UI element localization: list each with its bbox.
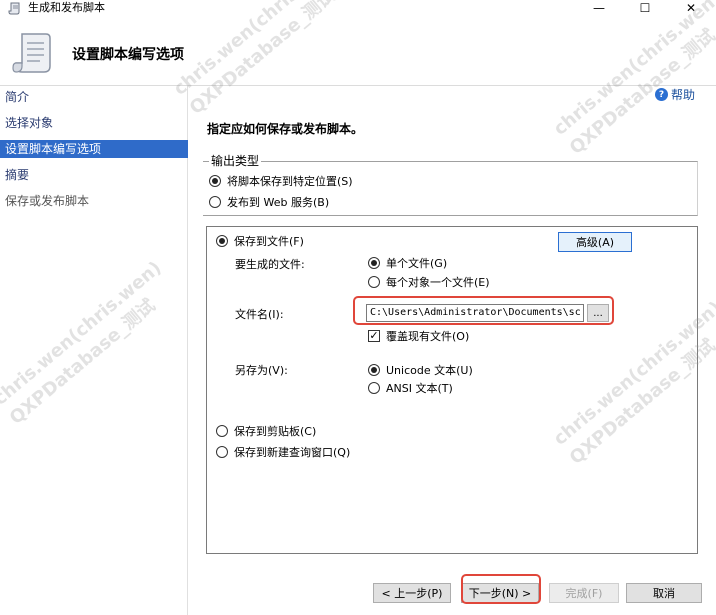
save-to-new-query-label: 保存到新建查询窗口(Q)	[234, 446, 351, 459]
ansi-text-label: ANSI 文本(T)	[386, 382, 453, 395]
save-as-label: 另存为(V):	[235, 364, 288, 377]
help-label: 帮助	[671, 88, 696, 102]
save-to-location-option[interactable]: 将脚本保存到特定位置(S)	[209, 173, 353, 189]
ansi-text-radio[interactable]	[368, 382, 380, 394]
single-file-radio[interactable]	[368, 257, 380, 269]
overwrite-label: 覆盖现有文件(O)	[386, 330, 470, 343]
file-name-highlight	[353, 296, 614, 325]
unicode-text-label: Unicode 文本(U)	[386, 364, 473, 377]
wizard-header: 设置脚本编写选项	[0, 16, 716, 86]
overwrite-option[interactable]: ✓ 覆盖现有文件(O)	[368, 328, 469, 344]
ansi-text-option[interactable]: ANSI 文本(T)	[368, 380, 453, 396]
one-file-per-object-option[interactable]: 每个对象一个文件(E)	[368, 274, 490, 290]
help-link[interactable]: ? 帮助	[655, 86, 695, 103]
finish-button[interactable]: 完成(F)	[549, 583, 619, 603]
sidebar-item-save-publish[interactable]: 保存或发布脚本	[0, 192, 188, 210]
save-to-file-label: 保存到文件(F)	[234, 235, 304, 248]
save-to-location-label: 将脚本保存到特定位置(S)	[227, 175, 353, 188]
script-scroll-icon	[12, 33, 51, 73]
publish-web-radio[interactable]	[209, 196, 221, 208]
unicode-text-option[interactable]: Unicode 文本(U)	[368, 362, 473, 378]
save-to-new-query-radio[interactable]	[216, 446, 228, 458]
sidebar-item-summary[interactable]: 摘要	[0, 166, 188, 184]
title-bar: 生成和发布脚本 — ☐ ✕	[0, 0, 716, 16]
help-icon: ?	[655, 88, 668, 101]
advanced-button[interactable]: 高级(A)	[558, 232, 632, 252]
window-title: 生成和发布脚本	[28, 1, 105, 14]
overwrite-checkbox[interactable]: ✓	[368, 330, 380, 342]
publish-web-option[interactable]: 发布到 Web 服务(B)	[209, 194, 329, 210]
back-button[interactable]: < 上一步(P)	[373, 583, 451, 603]
files-to-generate-label: 要生成的文件:	[235, 258, 305, 271]
next-button-highlight	[461, 574, 541, 604]
close-button[interactable]: ✕	[668, 0, 714, 16]
scroll-icon	[8, 2, 20, 15]
one-file-per-object-radio[interactable]	[368, 276, 380, 288]
wizard-sidebar: 简介 选择对象 设置脚本编写选项 摘要 保存或发布脚本	[0, 86, 188, 615]
publish-web-label: 发布到 Web 服务(B)	[227, 196, 330, 209]
output-type-legend: 输出类型	[209, 152, 262, 169]
unicode-text-radio[interactable]	[368, 364, 380, 376]
cancel-button[interactable]: 取消	[626, 583, 702, 603]
save-to-location-radio[interactable]	[209, 175, 221, 187]
sidebar-item-scripting-options[interactable]: 设置脚本编写选项	[0, 140, 188, 158]
maximize-button[interactable]: ☐	[622, 0, 668, 16]
save-to-clipboard-label: 保存到剪贴板(C)	[234, 425, 317, 438]
page-title: 设置脚本编写选项	[72, 47, 184, 63]
sidebar-item-select-objects[interactable]: 选择对象	[0, 114, 188, 132]
save-to-new-query-option[interactable]: 保存到新建查询窗口(Q)	[216, 444, 350, 460]
sidebar-item-intro[interactable]: 简介	[0, 88, 188, 106]
save-to-file-radio[interactable]	[216, 235, 228, 247]
file-name-label: 文件名(I):	[235, 308, 284, 321]
save-to-clipboard-option[interactable]: 保存到剪贴板(C)	[216, 423, 316, 439]
one-file-per-object-label: 每个对象一个文件(E)	[386, 276, 490, 289]
single-file-option[interactable]: 单个文件(G)	[368, 255, 447, 271]
single-file-label: 单个文件(G)	[386, 257, 448, 270]
minimize-button[interactable]: —	[576, 0, 622, 16]
main-content: ? 帮助 指定应如何保存或发布脚本。 输出类型 将脚本保存到特定位置(S) 发布…	[189, 86, 716, 615]
save-to-clipboard-radio[interactable]	[216, 425, 228, 437]
save-to-file-option[interactable]: 保存到文件(F)	[216, 233, 304, 249]
instruction-text: 指定应如何保存或发布脚本。	[207, 122, 364, 136]
